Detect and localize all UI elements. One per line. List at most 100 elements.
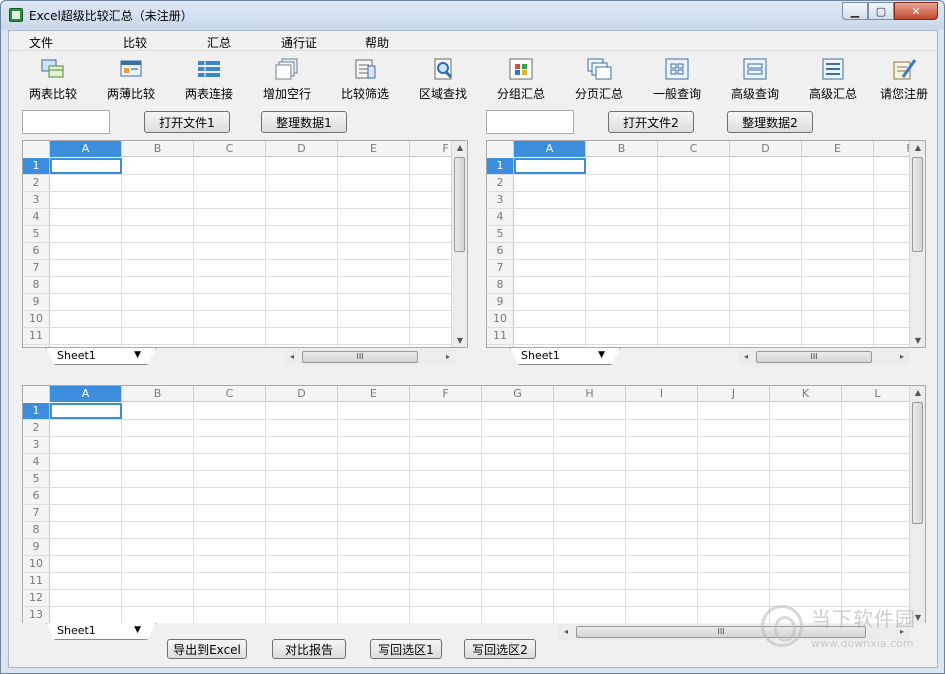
grid-cell[interactable]: [770, 505, 842, 521]
file2-path-input[interactable]: [486, 110, 574, 134]
grid-cell[interactable]: [770, 522, 842, 538]
left-spreadsheet[interactable]: ABCDEF123456789101112▲▼: [22, 140, 468, 348]
grid-cell[interactable]: [698, 471, 770, 487]
grid-cell[interactable]: [586, 192, 658, 208]
grid-cell[interactable]: [50, 590, 122, 606]
grid-cell[interactable]: [626, 437, 698, 453]
row-header[interactable]: 8: [23, 522, 50, 538]
grid-cell[interactable]: [514, 311, 586, 327]
grid-cell[interactable]: [122, 488, 194, 504]
column-header[interactable]: A: [50, 141, 122, 157]
grid-cell[interactable]: [122, 556, 194, 572]
grid-cell[interactable]: [50, 192, 122, 208]
grid-cell[interactable]: [482, 454, 554, 470]
grid-cell[interactable]: [514, 328, 586, 344]
grid-cell[interactable]: [122, 590, 194, 606]
tool-add-blank-rows[interactable]: 增加空行: [251, 57, 323, 102]
row-header[interactable]: 4: [23, 209, 50, 225]
grid-cell[interactable]: [338, 607, 410, 623]
grid-cell[interactable]: [122, 294, 194, 310]
grid-cell[interactable]: [266, 260, 338, 276]
grid-cell[interactable]: [554, 471, 626, 487]
column-header[interactable]: K: [770, 386, 842, 402]
grid-cell[interactable]: [338, 175, 410, 191]
tool-workbook-compare[interactable]: 两薄比较: [95, 57, 167, 102]
grid-cell[interactable]: [410, 454, 482, 470]
column-header[interactable]: G: [482, 386, 554, 402]
grid-cell[interactable]: [122, 260, 194, 276]
grid-cell[interactable]: [338, 192, 410, 208]
grid-cell[interactable]: [698, 607, 770, 623]
grid-cell[interactable]: [410, 403, 482, 419]
grid-cell[interactable]: [50, 573, 122, 589]
grid-cell[interactable]: [122, 226, 194, 242]
close-button[interactable]: ✕: [894, 2, 938, 20]
grid-cell[interactable]: [658, 158, 730, 174]
grid-cell[interactable]: [266, 539, 338, 555]
scroll-right-arrow-icon[interactable]: ▸: [440, 352, 456, 361]
menu-compare[interactable]: 比较: [123, 34, 147, 51]
row-header[interactable]: 10: [487, 311, 514, 327]
row-header[interactable]: 5: [487, 226, 514, 242]
vertical-scrollbar[interactable]: ▲ ▼: [909, 141, 925, 347]
title-bar[interactable]: Excel超级比较汇总（未注册） ▁ ▢ ✕: [1, 1, 944, 29]
grid-cell[interactable]: [626, 471, 698, 487]
grid-cell[interactable]: [410, 471, 482, 487]
grid-cell[interactable]: [50, 505, 122, 521]
tool-page-summary[interactable]: 分页汇总: [563, 57, 635, 102]
grid-cell[interactable]: [554, 437, 626, 453]
row-header[interactable]: 9: [23, 294, 50, 310]
grid-cell[interactable]: [266, 471, 338, 487]
grid-cell[interactable]: [266, 226, 338, 242]
grid-cell[interactable]: [482, 488, 554, 504]
grid-cell[interactable]: [194, 539, 266, 555]
row-header[interactable]: 9: [487, 294, 514, 310]
column-header[interactable]: B: [122, 386, 194, 402]
grid-cell[interactable]: [266, 175, 338, 191]
column-header[interactable]: E: [802, 141, 874, 157]
row-header[interactable]: 5: [23, 471, 50, 487]
grid-cell[interactable]: [842, 556, 914, 572]
grid-cell[interactable]: [658, 277, 730, 293]
grid-cell[interactable]: [770, 573, 842, 589]
grid-cell[interactable]: [194, 522, 266, 538]
grid-cell[interactable]: [626, 488, 698, 504]
grid-cell[interactable]: [50, 243, 122, 259]
grid-cell[interactable]: [50, 471, 122, 487]
grid-cell[interactable]: [194, 403, 266, 419]
row-header[interactable]: 6: [23, 243, 50, 259]
grid-cell[interactable]: [50, 403, 122, 419]
grid-cell[interactable]: [338, 556, 410, 572]
grid-cell[interactable]: [338, 209, 410, 225]
column-header[interactable]: D: [266, 386, 338, 402]
grid-cell[interactable]: [626, 573, 698, 589]
grid-cell[interactable]: [338, 420, 410, 436]
grid-cell[interactable]: [122, 505, 194, 521]
grid-cell[interactable]: [266, 192, 338, 208]
tool-general-query[interactable]: 一般查询: [641, 57, 713, 102]
bottom-sheet-tab[interactable]: Sheet1 ▼: [46, 623, 156, 640]
column-header[interactable]: J: [698, 386, 770, 402]
grid-cell[interactable]: [266, 556, 338, 572]
row-header[interactable]: 9: [23, 539, 50, 555]
grid-cell[interactable]: [802, 243, 874, 259]
grid-cell[interactable]: [122, 158, 194, 174]
grid-cell[interactable]: [266, 403, 338, 419]
organize-data2-button[interactable]: 整理数据2: [727, 111, 813, 133]
dropdown-arrow-icon[interactable]: ▼: [598, 348, 605, 363]
grid-cell[interactable]: [554, 590, 626, 606]
grid-cell[interactable]: [770, 403, 842, 419]
row-header[interactable]: 8: [487, 277, 514, 293]
right-spreadsheet[interactable]: ABCDEF123456789101112▲▼: [486, 140, 926, 348]
vertical-scrollbar[interactable]: ▲ ▼: [451, 141, 467, 347]
grid-cell[interactable]: [266, 158, 338, 174]
grid-cell[interactable]: [770, 420, 842, 436]
grid-cell[interactable]: [658, 209, 730, 225]
grid-cell[interactable]: [730, 277, 802, 293]
grid-cell[interactable]: [626, 420, 698, 436]
left-hscrollbar[interactable]: ◂ III ▸: [284, 349, 456, 365]
grid-cell[interactable]: [626, 590, 698, 606]
grid-cell[interactable]: [194, 488, 266, 504]
column-header[interactable]: A: [514, 141, 586, 157]
write-back-area1-button[interactable]: 写回选区1: [370, 639, 442, 659]
